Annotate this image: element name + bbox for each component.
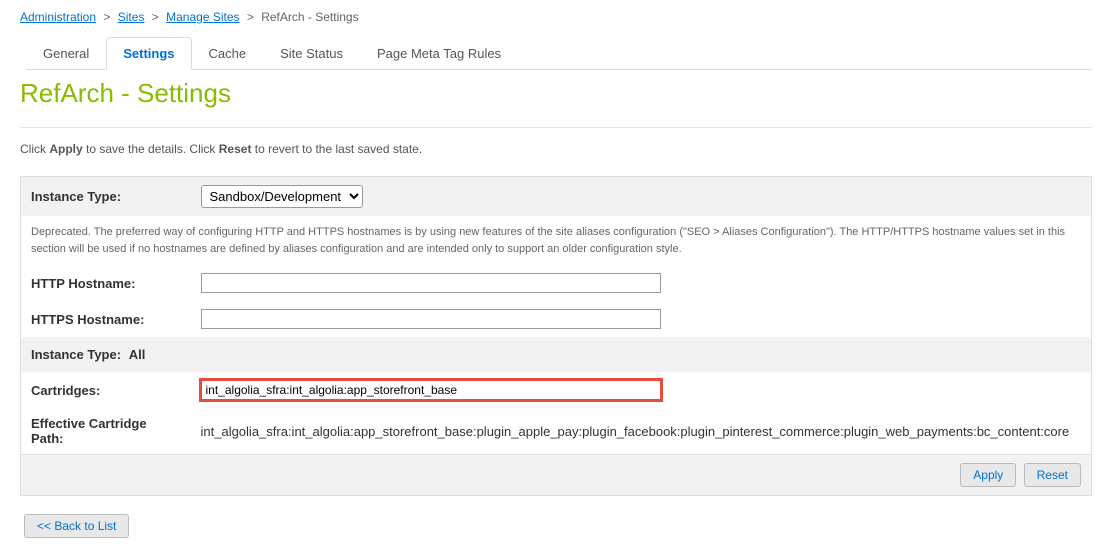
http-hostname-input[interactable] <box>201 273 661 293</box>
help-suffix: to revert to the last saved state. <box>251 142 422 156</box>
back-to-list-button[interactable]: << Back to List <box>24 514 129 538</box>
instance-type-all-value: All <box>129 347 146 362</box>
tab-page-meta[interactable]: Page Meta Tag Rules <box>360 37 518 70</box>
help-mid: to save the details. Click <box>83 142 219 156</box>
help-prefix: Click <box>20 142 49 156</box>
https-hostname-label: HTTPS Hostname: <box>21 301 191 337</box>
divider <box>20 127 1092 128</box>
breadcrumb-current: RefArch - Settings <box>261 10 358 24</box>
instance-type-select[interactable]: Sandbox/Development <box>201 185 363 208</box>
page-title: RefArch - Settings <box>20 78 1092 109</box>
tabs: General Settings Cache Site Status Page … <box>26 36 1092 70</box>
tab-cache[interactable]: Cache <box>192 37 264 70</box>
cartridges-input[interactable] <box>201 380 661 400</box>
breadcrumb: Administration > Sites > Manage Sites > … <box>20 10 1092 24</box>
help-apply-word: Apply <box>49 142 82 156</box>
breadcrumb-separator: > <box>152 10 159 24</box>
breadcrumb-link-administration[interactable]: Administration <box>20 10 96 24</box>
apply-button[interactable]: Apply <box>960 463 1016 487</box>
http-hostname-label: HTTP Hostname: <box>21 265 191 301</box>
tab-general[interactable]: General <box>26 37 106 70</box>
help-text: Click Apply to save the details. Click R… <box>20 142 1092 156</box>
breadcrumb-separator: > <box>247 10 254 24</box>
https-hostname-input[interactable] <box>201 309 661 329</box>
settings-panel: Instance Type: Sandbox/Development Depre… <box>20 176 1092 496</box>
breadcrumb-separator: > <box>103 10 110 24</box>
tab-settings[interactable]: Settings <box>106 37 191 70</box>
instance-type-label: Instance Type: <box>21 177 191 217</box>
effective-path-value: int_algolia_sfra:int_algolia:app_storefr… <box>191 408 1092 455</box>
effective-path-label: Effective Cartridge Path: <box>21 408 191 455</box>
tab-site-status[interactable]: Site Status <box>263 37 360 70</box>
breadcrumb-link-manage-sites[interactable]: Manage Sites <box>166 10 239 24</box>
help-reset-word: Reset <box>219 142 252 156</box>
deprecated-note: Deprecated. The preferred way of configu… <box>21 216 1092 265</box>
cartridges-label: Cartridges: <box>21 372 191 408</box>
instance-type-all-label: Instance Type: <box>31 347 121 362</box>
breadcrumb-link-sites[interactable]: Sites <box>118 10 145 24</box>
reset-button[interactable]: Reset <box>1024 463 1081 487</box>
